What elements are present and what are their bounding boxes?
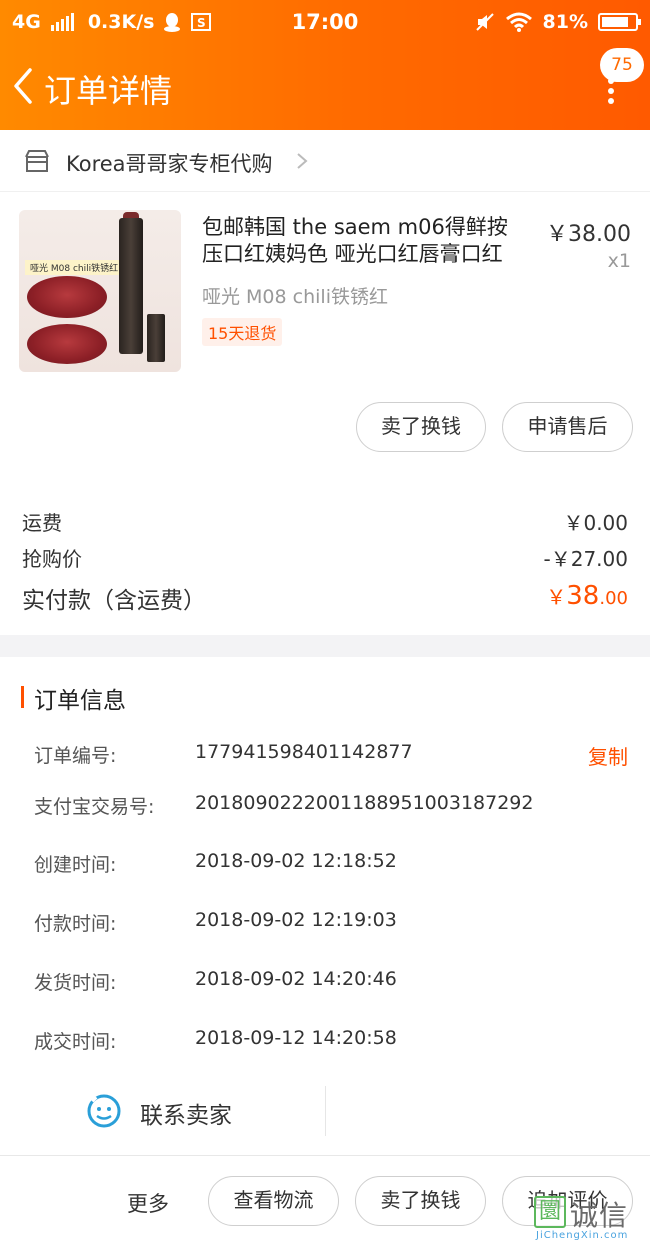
shop-icon [25, 150, 49, 172]
more-menu-icon[interactable] [606, 78, 616, 104]
section-accent-bar [21, 686, 24, 708]
total-value: ￥38.00 [546, 581, 628, 611]
status-bar: 4G 0.3K/s S 17:00 81% [0, 0, 650, 46]
page-title: 订单详情 [44, 72, 173, 110]
chat-face-icon[interactable] [86, 1093, 122, 1129]
info-label: 订单编号: [34, 745, 117, 767]
item-actions: 卖了换钱 申请售后 [0, 402, 650, 462]
lipstick-image [119, 218, 143, 354]
watermark-text: 诚信 [570, 1199, 629, 1232]
total-decimal: .00 [599, 588, 628, 609]
paid-time-row: 付款时间: 2018-09-02 12:19:03 [0, 909, 650, 949]
discount-value: -￥27.00 [543, 547, 628, 571]
info-label: 发货时间: [34, 972, 117, 994]
created-time-row: 创建时间: 2018-09-02 12:18:52 [0, 850, 650, 890]
status-right: 81% [475, 11, 641, 33]
lipstick-cap-image [147, 314, 165, 362]
order-number-value: 177941598401142877 [195, 741, 413, 763]
thumbnail-tag: 哑光 M08 chili铁锈红 [25, 260, 124, 275]
after-sale-button[interactable]: 申请售后 [502, 402, 633, 452]
info-label: 付款时间: [34, 913, 117, 935]
notification-badge: 75 [600, 48, 644, 82]
shop-name: Korea哥哥家专柜代购 [66, 152, 273, 176]
product-sku: 哑光 M08 chili铁锈红 [202, 286, 388, 308]
app-header: 4G 0.3K/s S 17:00 81% 订单详情 75 [0, 0, 650, 130]
order-info-title: 订单信息 [34, 688, 126, 714]
shipped-time-row: 发货时间: 2018-09-02 14:20:46 [0, 968, 650, 1008]
back-icon[interactable] [8, 64, 38, 108]
info-value: 2018090222001188951003187292 [195, 792, 534, 814]
alipay-trade-row: 支付宝交易号: 2018090222001188951003187292 [0, 792, 650, 832]
shipping-label: 运费 [22, 511, 62, 535]
watermark-icon: 圜 [534, 1196, 566, 1228]
info-value: 2018-09-02 12:19:03 [195, 909, 397, 931]
order-number-row: 订单编号: 177941598401142877 复制 [0, 741, 650, 781]
discount-label: 抢购价 [22, 547, 82, 571]
view-logistics-button[interactable]: 查看物流 [208, 1176, 339, 1226]
battery-level [602, 17, 628, 27]
info-label: 支付宝交易号: [34, 796, 155, 818]
product-price: ￥38.00 [546, 222, 631, 247]
chevron-right-icon [297, 153, 308, 169]
contact-divider [325, 1086, 326, 1136]
lip-swatch-image [27, 324, 107, 364]
return-policy-badge: 15天退货 [202, 318, 283, 346]
info-value: 2018-09-02 14:20:46 [195, 968, 397, 990]
wifi-icon [505, 12, 532, 32]
info-label: 成交时间: [34, 1031, 117, 1053]
product-title[interactable]: 包邮韩国 the saem m06得鲜按压口红姨妈色 哑光口红唇膏口红 [202, 214, 528, 268]
section-divider [0, 635, 650, 657]
shipping-value: ￥0.00 [563, 511, 628, 535]
product-thumbnail[interactable]: 哑光 M08 chili铁锈红 [19, 210, 181, 372]
sell-button[interactable]: 卖了换钱 [356, 402, 486, 452]
order-item[interactable]: 哑光 M08 chili铁锈红 包邮韩国 the saem m06得鲜按压口红姨… [0, 192, 650, 402]
mute-icon [475, 13, 494, 31]
lip-swatch-image [27, 276, 107, 318]
info-value: 2018-09-12 14:20:58 [195, 1027, 397, 1049]
contact-row: 联系卖家 [0, 1078, 650, 1152]
order-info-header: 订单信息 [0, 657, 650, 737]
total-integer: 38 [566, 581, 600, 611]
price-summary: 运费 ￥0.00 抢购价 -￥27.00 实付款（含运费） ￥38.00 [0, 497, 650, 635]
deal-time-row: 成交时间: 2018-09-12 14:20:58 [0, 1027, 650, 1067]
total-label: 实付款（含运费） [22, 588, 206, 614]
info-label: 创建时间: [34, 854, 117, 876]
copy-button[interactable]: 复制 [588, 741, 628, 770]
shop-row[interactable]: Korea哥哥家专柜代购 [0, 130, 650, 192]
sell-button-bottom[interactable]: 卖了换钱 [355, 1176, 486, 1226]
info-value: 2018-09-02 12:18:52 [195, 850, 397, 872]
watermark-logo: 圜 诚信 JiChengXin.com [534, 1192, 648, 1244]
watermark-url: JiChengXin.com [536, 1230, 629, 1241]
battery-percent: 81% [542, 11, 588, 33]
battery-icon [598, 13, 641, 31]
contact-seller-button[interactable]: 联系卖家 [140, 1096, 232, 1130]
product-quantity: x1 [607, 250, 631, 272]
more-button[interactable]: 更多 [127, 1188, 169, 1218]
total-currency: ￥ [546, 585, 567, 609]
